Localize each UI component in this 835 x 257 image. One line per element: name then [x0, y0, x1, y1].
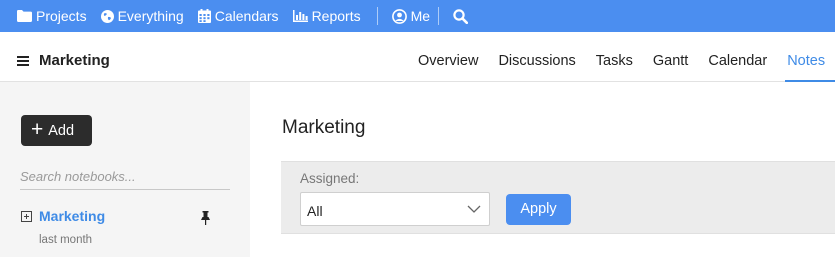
- search-notebooks-input[interactable]: [20, 164, 230, 190]
- nav-divider: [376, 7, 378, 25]
- assigned-label: Assigned:: [300, 171, 360, 186]
- chevron-down-icon: [467, 205, 481, 213]
- nav-search-button[interactable]: [453, 8, 469, 24]
- apply-button[interactable]: Apply: [506, 194, 571, 225]
- tab-gantt[interactable]: Gantt: [643, 32, 698, 82]
- nav-calendars[interactable]: Calendars: [197, 8, 279, 24]
- nav-everything-label: Everything: [117, 8, 184, 24]
- notebook-heading: Marketing: [282, 117, 366, 138]
- add-notebook-button[interactable]: + Add: [21, 115, 92, 146]
- nav-calendars-label: Calendars: [214, 8, 279, 24]
- project-tabs: Overview Discussions Tasks Gantt Calenda…: [408, 32, 835, 82]
- user-circle-icon: [391, 8, 407, 24]
- nav-divider: [438, 7, 440, 25]
- search-icon: [453, 8, 469, 24]
- folder-icon: [17, 10, 32, 22]
- plus-icon: +: [31, 118, 44, 141]
- globe-icon: [100, 9, 114, 23]
- tab-discussions[interactable]: Discussions: [488, 32, 585, 82]
- add-button-label: Add: [48, 122, 75, 139]
- tab-calendar[interactable]: Calendar: [698, 32, 777, 82]
- menu-icon[interactable]: [17, 56, 30, 66]
- nav-reports[interactable]: Reports: [292, 8, 361, 24]
- assigned-select[interactable]: All: [300, 192, 490, 226]
- nav-projects[interactable]: Projects: [17, 8, 87, 24]
- assigned-select-value: All: [307, 203, 323, 219]
- tab-overview[interactable]: Overview: [408, 32, 488, 82]
- project-header: Marketing Overview Discussions Tasks Gan…: [0, 32, 835, 82]
- notebook-item[interactable]: Marketing: [21, 208, 105, 224]
- calendar-icon: [197, 9, 211, 23]
- project-title: Marketing: [39, 52, 110, 69]
- tab-notes[interactable]: Notes: [777, 32, 835, 82]
- notebooks-sidebar: + Add Marketing last month: [0, 82, 250, 257]
- nav-projects-label: Projects: [36, 8, 87, 24]
- nav-everything[interactable]: Everything: [100, 8, 184, 24]
- nav-user-label: Me: [410, 8, 431, 24]
- notebook-updated: last month: [39, 234, 93, 246]
- pin-icon[interactable]: [200, 211, 211, 230]
- expand-icon[interactable]: [21, 210, 32, 222]
- nav-user-me[interactable]: Me: [391, 8, 431, 24]
- bar-chart-icon: [292, 10, 308, 22]
- notebook-title[interactable]: Marketing: [39, 208, 105, 224]
- nav-reports-label: Reports: [311, 8, 361, 24]
- tab-tasks[interactable]: Tasks: [586, 32, 643, 82]
- filter-bar: Assigned: All Apply: [281, 161, 835, 234]
- top-navbar: Projects Everything Calendars Reports Me: [0, 0, 835, 32]
